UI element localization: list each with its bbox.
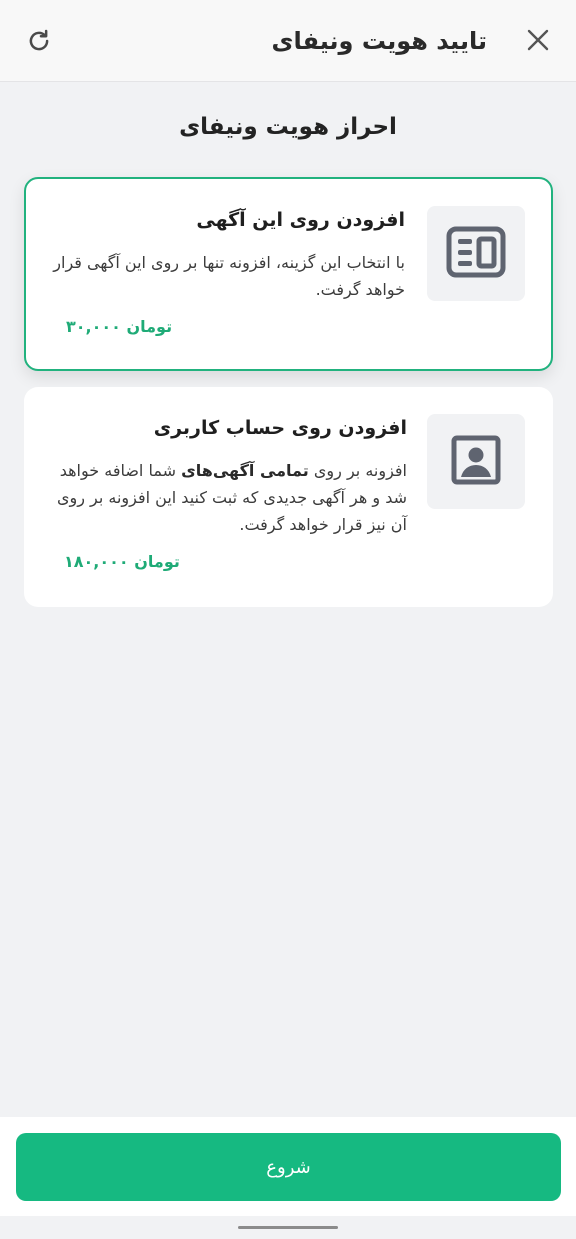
price-value: ۳۰,۰۰۰ [66,317,121,336]
option-title: افزودن روی این آگهی [196,209,405,231]
option-icon-box [427,414,525,509]
system-navigation-bar [0,1216,576,1239]
option-price: تومان ۱۸۰,۰۰۰ [52,552,180,571]
option-description: با انتخاب این گزینه، افزونه تنها بر روی … [53,253,405,299]
section-heading: احراز هویت ونیفای [179,114,397,140]
home-indicator[interactable] [238,1226,338,1229]
start-button[interactable]: شروع [16,1133,561,1201]
option-price: تومان ۳۰,۰۰۰ [54,317,172,336]
account-portrait-icon [451,435,501,489]
refresh-button[interactable] [24,28,54,58]
option-card-user-account[interactable]: افزودن روی حساب کاربری افزونه بر روی تما… [24,387,553,607]
description-text: افزونه بر روی [308,461,407,480]
price-unit: تومان [134,552,180,571]
option-card-this-ad[interactable]: افزودن روی این آگهی با انتخاب این گزینه،… [24,177,553,371]
page-title: تایید هویت ونیفای [271,27,487,55]
close-icon [526,28,550,56]
option-description: افزونه بر روی تمامی آگهی‌های شما اضافه خ… [47,457,407,538]
option-icon-box [427,206,525,301]
verification-screen: تایید هویت ونیفای احراز هویت ونیفای افزو… [0,0,576,1239]
description-emphasis: تمامی آگهی‌های [181,461,309,480]
header-bar: تایید هویت ونیفای [0,0,576,82]
close-button[interactable] [524,28,552,56]
price-unit: تومان [126,317,173,336]
bottom-action-bar: شروع [0,1117,576,1216]
newspaper-icon [446,226,506,282]
option-title: افزودن روی حساب کاربری [153,417,407,439]
price-value: ۱۸۰,۰۰۰ [64,552,129,571]
refresh-icon [26,28,52,58]
